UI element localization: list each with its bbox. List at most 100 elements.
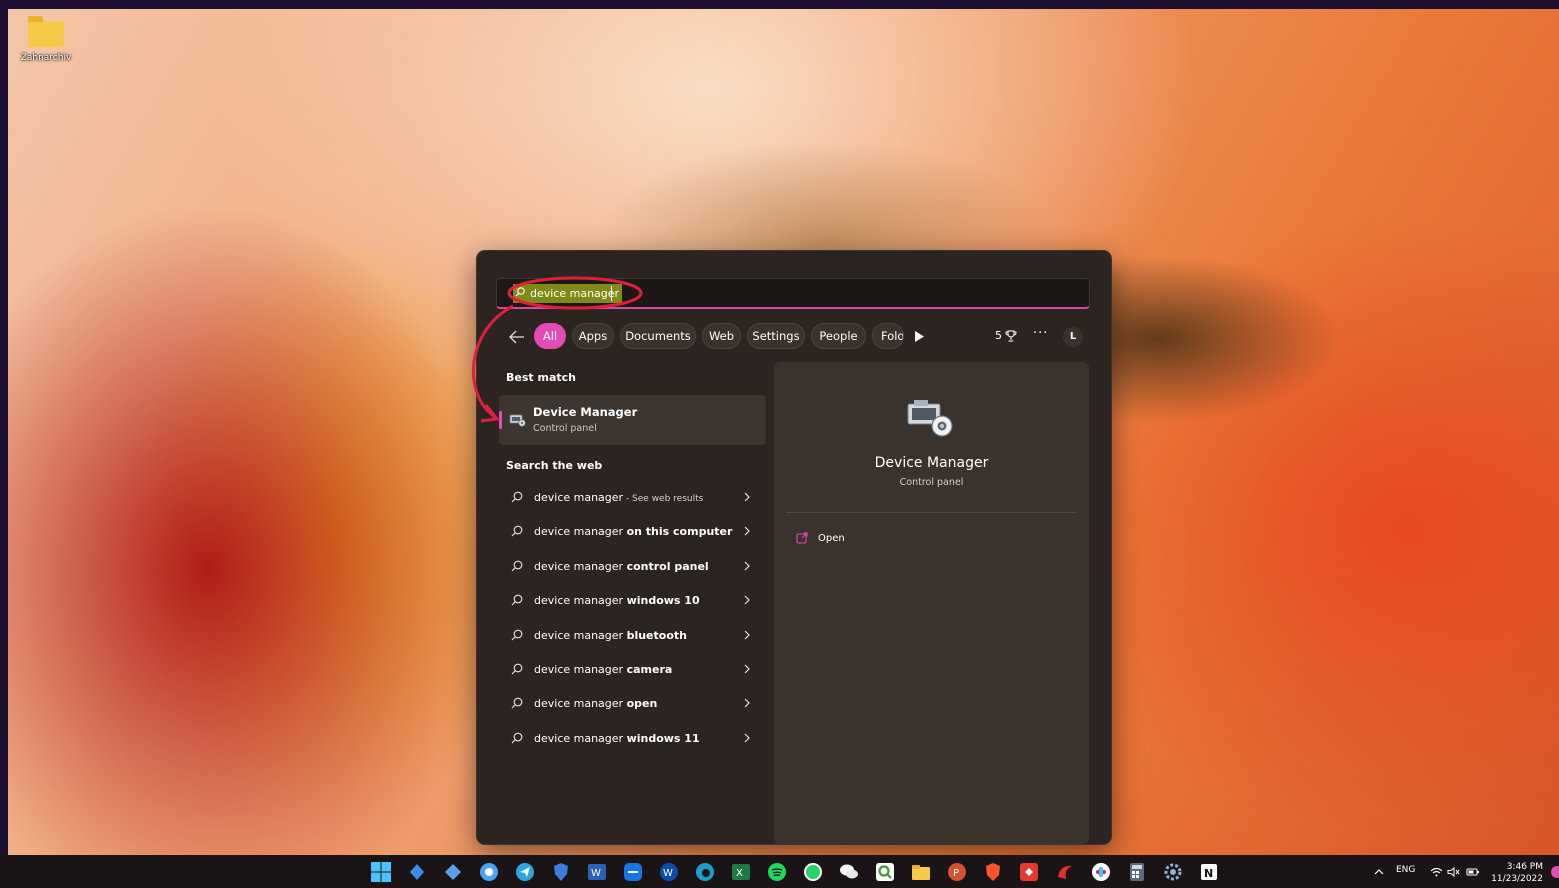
webex-icon[interactable]: W (658, 861, 680, 883)
notion-icon[interactable]: N (1198, 861, 1220, 883)
edge-icon[interactable] (694, 861, 716, 883)
language-indicator[interactable]: ENG (1396, 865, 1415, 875)
text-caret (611, 286, 612, 301)
search-box[interactable]: device manager (496, 278, 1090, 309)
web-result-text: device manager control panel (534, 559, 709, 573)
chevron-up-icon[interactable] (1374, 868, 1384, 875)
best-match-result[interactable]: Device Manager Control panel (499, 395, 766, 445)
start-icon[interactable] (370, 861, 392, 883)
filter-web[interactable]: Web (702, 323, 741, 349)
web-result-windows-11[interactable]: device manager windows 11 (499, 722, 766, 756)
slack-icon[interactable] (1090, 861, 1112, 883)
filter-people[interactable]: People (811, 323, 866, 349)
anydesk-icon[interactable] (1018, 861, 1040, 883)
search-icon (511, 594, 523, 606)
desktop-folder-label: Zahnarchiv (20, 53, 72, 63)
volume-muted-icon[interactable] (1447, 867, 1460, 877)
account-avatar[interactable]: L (1063, 327, 1083, 347)
web-results-list: device manager - See web results device … (499, 481, 766, 756)
chevron-right-icon (744, 630, 750, 639)
whatsapp-icon[interactable] (802, 861, 824, 883)
qgis-icon[interactable] (874, 861, 896, 883)
search-icon (515, 287, 525, 297)
filter-settings[interactable]: Settings (747, 323, 805, 349)
points-count: 5 (995, 329, 1002, 342)
clock[interactable]: 3:46 PM 11/23/2022 (1491, 861, 1543, 885)
web-result-text: device manager windows 11 (534, 731, 700, 745)
copilot-icon[interactable] (406, 861, 428, 883)
desktop-folder-zahnarchiv[interactable]: Zahnarchiv (16, 16, 76, 63)
settings-icon[interactable] (1162, 861, 1184, 883)
open-action[interactable]: Open (796, 529, 845, 547)
spotify-icon[interactable] (766, 861, 788, 883)
scroll-filters-right-icon[interactable] (915, 331, 924, 342)
search-icon (511, 491, 523, 503)
best-match-title: Device Manager (533, 405, 638, 419)
svg-text:W: W (591, 868, 601, 879)
filter-all[interactable]: All (534, 323, 566, 349)
search-icon (511, 697, 523, 709)
chevron-right-icon (744, 561, 750, 571)
device-manager-large-icon (907, 400, 953, 437)
web-result-text: device manager camera (534, 662, 673, 676)
calculator-icon[interactable] (1126, 861, 1148, 883)
web-result-text: device manager windows 10 (534, 594, 700, 608)
word-icon[interactable]: W (586, 861, 608, 883)
web-result-text: device manager on this computer (534, 525, 733, 539)
chevron-right-icon (744, 492, 750, 502)
shield-icon[interactable] (550, 861, 572, 883)
battery-icon[interactable] (1466, 867, 1480, 877)
search-input[interactable]: device manager (530, 287, 619, 300)
clock-time: 3:46 PM (1506, 862, 1543, 872)
web-result-text: device manager bluetooth (534, 628, 687, 642)
back-arrow-icon[interactable] (507, 328, 527, 346)
search-icon (511, 663, 523, 675)
search-icon (511, 732, 523, 744)
filter-row: All Apps Documents Web Settings People F… (477, 323, 1111, 351)
web-result-bluetooth[interactable]: device manager bluetooth (499, 619, 766, 653)
web-result-on-this-computer[interactable]: device manager on this computer (499, 515, 766, 549)
svg-text:X: X (736, 868, 743, 879)
web-result-text: device manager - See web results (534, 491, 704, 504)
open-external-icon (796, 532, 808, 544)
file-explorer-icon[interactable] (910, 861, 932, 883)
chevron-right-icon (744, 595, 750, 605)
powerpoint-icon[interactable]: P (946, 861, 968, 883)
chevron-right-icon (744, 698, 750, 708)
search-web-heading: Search the web (506, 459, 603, 472)
wifi-icon[interactable] (1430, 867, 1443, 877)
preview-subtitle: Control panel (899, 477, 964, 488)
app-icon[interactable] (442, 861, 464, 883)
rewards-points[interactable]: 5 (995, 329, 1017, 342)
web-result-control-panel[interactable]: device manager control panel (499, 550, 766, 584)
device-manager-icon (509, 414, 526, 427)
wechat-icon[interactable] (838, 861, 860, 883)
chevron-right-icon (744, 526, 750, 536)
web-result-camera[interactable]: device manager camera (499, 653, 766, 687)
folder-icon (28, 16, 64, 47)
app-red-icon[interactable] (1054, 861, 1076, 883)
svg-text:N: N (1204, 867, 1213, 880)
filter-apps[interactable]: Apps (572, 323, 614, 349)
teamviewer-icon[interactable] (622, 861, 644, 883)
system-tray: ENG 3:46 PM 11/23/2022 (1359, 855, 1559, 888)
web-result-see-web-results[interactable]: device manager - See web results (499, 481, 766, 515)
filter-documents[interactable]: Documents (620, 323, 696, 349)
telegram-icon[interactable] (514, 861, 536, 883)
web-result-open[interactable]: device manager open (499, 687, 766, 721)
web-result-windows-10[interactable]: device manager windows 10 (499, 584, 766, 618)
open-label: Open (818, 532, 845, 544)
web-result-text: device manager open (534, 697, 658, 711)
svg-text:P: P (953, 868, 959, 879)
best-match-subtitle: Control panel (533, 423, 597, 434)
taskbar: W W X P N ENG 3:46 PM 11/23/2022 (0, 855, 1559, 888)
chevron-right-icon (744, 733, 750, 743)
trophy-icon (1005, 330, 1017, 341)
filter-folders[interactable]: Fold (872, 323, 904, 349)
brave-icon[interactable] (982, 861, 1004, 883)
more-options-button[interactable]: ··· (1033, 326, 1048, 341)
notification-badge[interactable] (1551, 866, 1559, 878)
excel-icon[interactable]: X (730, 861, 752, 883)
browser-icon[interactable] (478, 861, 500, 883)
svg-text:W: W (663, 868, 673, 879)
